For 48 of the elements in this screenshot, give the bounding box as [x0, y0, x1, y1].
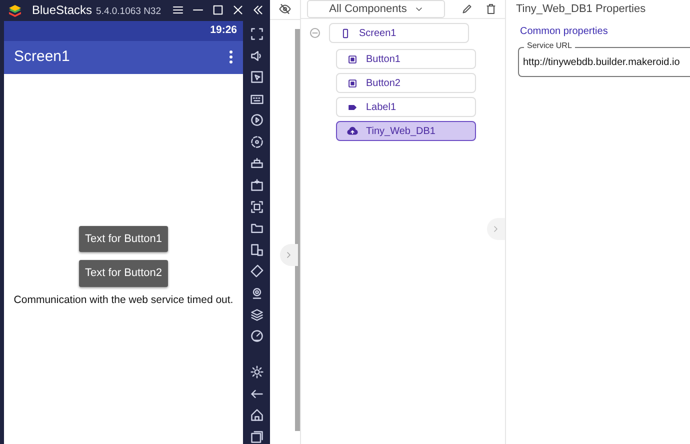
- caret-down-icon: [414, 5, 423, 13]
- tree-item[interactable]: Screen1: [329, 23, 469, 43]
- tree-item[interactable]: Tiny_Web_DB1: [336, 121, 476, 141]
- app-button[interactable]: Text for Button1: [78, 226, 168, 252]
- window-title: BlueStacks: [32, 2, 92, 20]
- field-label: Service URL: [524, 42, 575, 50]
- chevron-right-icon: [285, 251, 293, 259]
- input-field[interactable]: http://tinywebdb.builder.makeroid.io: [518, 47, 690, 77]
- button-component-icon: [347, 54, 358, 64]
- screenshot-icon[interactable]: [250, 200, 264, 214]
- fullscreen-icon[interactable]: [250, 26, 264, 41]
- section-heading[interactable]: Common properties: [520, 26, 608, 37]
- panel-title: Tiny_Web_DB1 Properties: [516, 2, 646, 18]
- rotate-circle-icon[interactable]: [250, 134, 264, 149]
- hidden-eye-icon[interactable]: [278, 3, 292, 15]
- more-options-icon[interactable]: [229, 50, 233, 64]
- cloud-upload-icon: [347, 126, 358, 136]
- collapse-node-icon[interactable]: [309, 27, 321, 39]
- screen-title: Screen1: [14, 47, 70, 68]
- layers-icon[interactable]: [250, 308, 264, 322]
- app-logo-icon: [6, 2, 24, 18]
- gauge-icon[interactable]: [250, 329, 264, 344]
- pencil-icon[interactable]: [461, 3, 473, 15]
- version-label: 5.4.0.1063 N32: [96, 5, 162, 20]
- chevron-right-icon: [492, 225, 500, 233]
- collapse-icon[interactable]: [252, 4, 264, 16]
- menu-icon[interactable]: [172, 4, 184, 16]
- button-component-icon: [347, 78, 358, 88]
- close-icon[interactable]: [232, 4, 244, 16]
- folder-icon[interactable]: [250, 221, 264, 236]
- phone-icon: [340, 28, 351, 38]
- delete-icon[interactable]: [485, 3, 497, 15]
- play-circle-icon[interactable]: [250, 113, 264, 128]
- tree-item[interactable]: Button1: [336, 49, 476, 69]
- tree-item[interactable]: Label1: [336, 97, 476, 117]
- devices-icon[interactable]: [250, 242, 264, 257]
- tree-item[interactable]: Button2: [336, 73, 476, 93]
- maximize-icon[interactable]: [212, 4, 224, 16]
- app-button[interactable]: Text for Button2: [78, 260, 168, 287]
- volume-icon[interactable]: [250, 48, 264, 62]
- rotate-icon[interactable]: [250, 264, 264, 278]
- status-label: Communication with the web service timed out.: [14, 292, 234, 308]
- home-icon[interactable]: [250, 408, 264, 422]
- scrollbar[interactable]: [295, 29, 300, 431]
- recent-apps-icon[interactable]: [250, 430, 264, 444]
- pointer-icon[interactable]: [250, 70, 264, 84]
- status-clock: 19:26: [210, 23, 237, 38]
- filter-dropdown[interactable]: All Components: [307, 0, 445, 18]
